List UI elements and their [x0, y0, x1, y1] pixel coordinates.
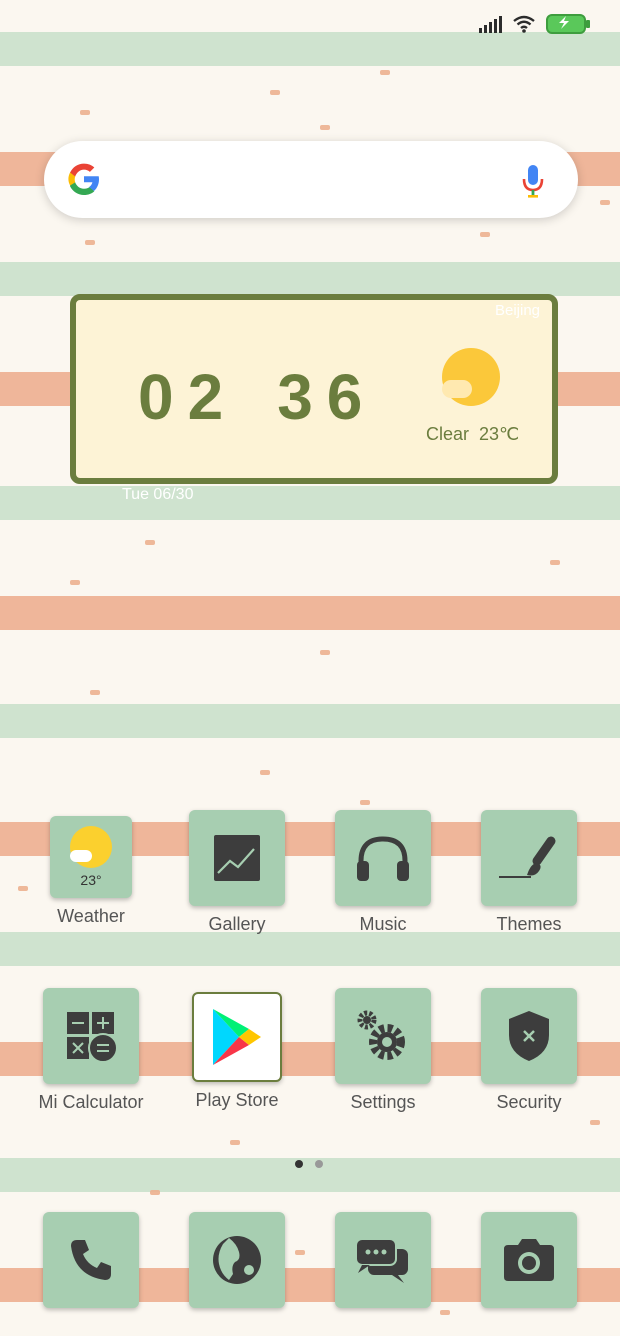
wifi-icon: [513, 15, 535, 33]
clock-weather-widget[interactable]: Beijing 02 36 Clear 23℃: [70, 294, 558, 484]
background-speck: [145, 540, 155, 545]
background-speck: [260, 770, 270, 775]
background-speck: [380, 70, 390, 75]
gallery-icon: [189, 810, 285, 906]
background-speck: [590, 1120, 600, 1125]
app-label: Gallery: [208, 914, 266, 934]
weather-icon: 23°: [50, 816, 132, 898]
clock-minutes: 36: [277, 361, 377, 433]
background-speck: [80, 110, 90, 115]
background-speck: [270, 90, 280, 95]
cloud-icon: [442, 380, 472, 398]
background-speck: [360, 800, 370, 805]
mic-icon[interactable]: [522, 163, 544, 199]
brush-icon: [481, 810, 577, 906]
background-speck: [85, 240, 95, 245]
background-speck: [440, 1310, 450, 1315]
app-security[interactable]: Security: [474, 988, 584, 1113]
dock-messages[interactable]: [328, 1212, 438, 1308]
dock-phone[interactable]: [36, 1212, 146, 1308]
clock-hours: 02: [138, 361, 238, 433]
app-music[interactable]: Music: [328, 810, 438, 935]
weather-badge: 23°: [80, 872, 102, 888]
background-stripe: [0, 704, 620, 738]
page-dot-active[interactable]: [295, 1160, 303, 1168]
background-speck: [295, 1250, 305, 1255]
browser-icon: [189, 1212, 285, 1308]
phone-icon: [43, 1212, 139, 1308]
app-label: Themes: [496, 914, 562, 934]
background-speck: [90, 690, 100, 695]
background-stripe: [0, 32, 620, 66]
background-speck: [550, 560, 560, 565]
app-weather[interactable]: 23° Weather: [36, 816, 146, 927]
app-label: Play Store: [195, 1090, 279, 1110]
condition-text: Clear: [426, 424, 470, 444]
google-g-icon: [68, 163, 99, 195]
page-indicator: [295, 1160, 323, 1168]
play-store-icon: [192, 992, 282, 1082]
background-stripe: [0, 932, 620, 966]
background-speck: [230, 1140, 240, 1145]
background-speck: [320, 650, 330, 655]
signal-bars-icon: [479, 15, 502, 33]
app-label: Mi Calculator: [38, 1092, 144, 1112]
app-themes[interactable]: Themes: [474, 810, 584, 935]
app-label: Music: [359, 914, 407, 934]
clock-time: 02 36: [138, 360, 376, 434]
background-speck: [18, 886, 28, 891]
app-label: Weather: [57, 906, 125, 926]
background-speck: [600, 200, 610, 205]
background-speck: [150, 1190, 160, 1195]
dock-browser[interactable]: [182, 1212, 292, 1308]
headphones-icon: [335, 810, 431, 906]
background-speck: [480, 232, 490, 237]
app-label: Settings: [350, 1092, 416, 1112]
calculator-icon: [43, 988, 139, 1084]
dock-camera[interactable]: [474, 1212, 584, 1308]
city-label: Beijing: [494, 302, 540, 319]
page-dot[interactable]: [315, 1160, 323, 1168]
app-label: Security: [496, 1092, 562, 1112]
background-speck: [70, 580, 80, 585]
background-stripe: [0, 262, 620, 296]
messages-icon: [335, 1212, 431, 1308]
shield-icon: [481, 988, 577, 1084]
app-play-store[interactable]: Play Store: [182, 992, 292, 1111]
app-mi-calculator[interactable]: Mi Calculator: [36, 988, 146, 1113]
background-stripe: [0, 486, 620, 520]
date-label: Tue 06/30: [122, 486, 194, 503]
weather-condition: Clear 23℃: [426, 424, 519, 445]
search-bar[interactable]: [44, 141, 578, 218]
status-bar: [479, 14, 590, 34]
battery-charging-icon: [546, 14, 590, 34]
temperature-text: 23℃: [479, 424, 520, 444]
app-gallery[interactable]: Gallery: [182, 810, 292, 935]
app-settings[interactable]: Settings: [328, 988, 438, 1113]
camera-icon: [481, 1212, 577, 1308]
background-stripe: [0, 596, 620, 630]
gear-icon: [335, 988, 431, 1084]
background-speck: [320, 125, 330, 130]
